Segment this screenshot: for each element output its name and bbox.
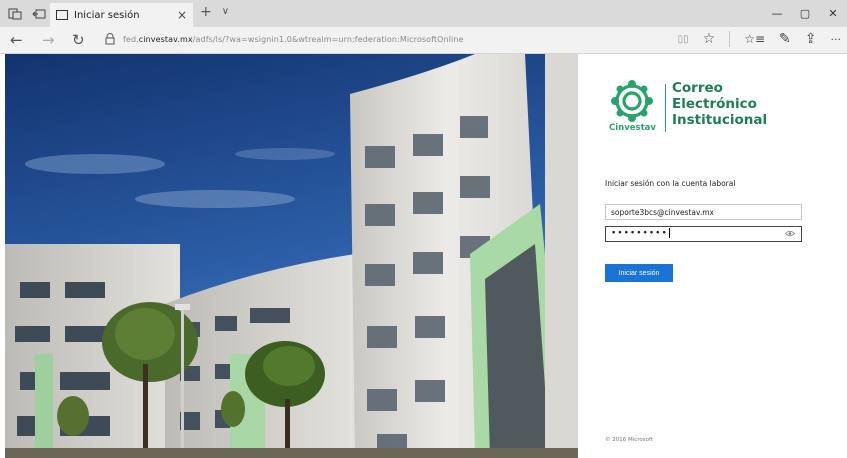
page-icon — [56, 10, 68, 20]
email-value: soporte3bcs@cinvestav.mx — [611, 208, 714, 217]
copyright-text: © 2016 Microsoft — [605, 437, 654, 443]
pen-icon[interactable]: ✎ — [779, 31, 791, 47]
reading-view-icon[interactable]: ▯▯ — [678, 34, 689, 45]
url-path: /adfs/ls/?wa=wsignin1.0&wtrealm=urn:fede… — [192, 34, 464, 44]
title-line: Electrónico — [672, 96, 757, 112]
toolbar-right: ▯▯ ☆ ☆≡ ✎ ⇪ ··· — [678, 31, 841, 47]
logo-wordmark: Cinvestav — [609, 123, 656, 133]
refresh-icon[interactable]: ↻ — [72, 31, 85, 49]
signin-prompt: Iniciar sesión con la cuenta laboral — [605, 179, 736, 188]
tab-active[interactable]: Iniciar sesión × — [50, 3, 193, 27]
url-prefix: fed. — [123, 34, 139, 44]
reveal-password-icon[interactable] — [785, 230, 795, 237]
title-line: Institucional — [672, 112, 768, 128]
url-field[interactable]: fed.cinvestav.mx/adfs/ls/?wa=wsignin1.0&… — [105, 33, 464, 45]
share-icon[interactable]: ⇪ — [805, 31, 817, 47]
tab-menu-icon[interactable]: ∨ — [222, 4, 229, 20]
minimize-icon[interactable]: — — [763, 0, 791, 27]
lock-icon — [105, 33, 115, 45]
login-panel: Cinvestav Correo Electrónico Institucion… — [578, 54, 847, 458]
title-line: Correo — [672, 80, 723, 96]
cinvestav-emblem-icon — [611, 80, 653, 122]
maximize-icon[interactable]: ▢ — [791, 0, 819, 27]
cinvestav-logo: Cinvestav Correo Electrónico Institucion… — [607, 80, 767, 134]
close-icon[interactable]: ✕ — [819, 0, 847, 27]
tab-preview-icon[interactable] — [8, 6, 22, 20]
forward-icon[interactable]: → — [42, 31, 55, 49]
new-tab-icon[interactable]: + — [200, 4, 212, 20]
window-controls: — ▢ ✕ — [763, 0, 847, 27]
back-icon[interactable]: ← — [10, 31, 23, 49]
tab-actions: + ∨ — [200, 4, 229, 20]
address-bar: ← → ↻ fed.cinvestav.mx/adfs/ls/?wa=wsign… — [0, 27, 847, 54]
tab-left-icons — [8, 6, 46, 20]
campus-illustration — [5, 54, 578, 458]
tabs-aside-icon[interactable] — [32, 6, 46, 20]
campus-photo — [5, 54, 578, 458]
password-field[interactable]: ••••••••• — [605, 226, 802, 242]
service-title: Correo Electrónico Institucional — [672, 80, 767, 128]
password-value: ••••••••• — [611, 228, 668, 239]
tab-bar: Iniciar sesión × + ∨ — ▢ ✕ — [0, 0, 847, 27]
toolbar-divider — [729, 31, 731, 47]
url-host: cinvestav.mx — [138, 34, 193, 44]
tab-title: Iniciar sesión — [74, 9, 140, 21]
email-field[interactable]: soporte3bcs@cinvestav.mx — [605, 204, 802, 220]
favorites-hub-icon[interactable]: ☆≡ — [744, 32, 765, 46]
favorite-icon[interactable]: ☆ — [703, 31, 716, 47]
logo-mark: Cinvestav — [607, 80, 657, 134]
more-icon[interactable]: ··· — [831, 33, 842, 46]
text-caret — [668, 228, 670, 238]
tab-close-icon[interactable]: × — [177, 8, 187, 22]
logo-divider — [665, 84, 666, 132]
signin-button[interactable]: Iniciar sesión — [605, 264, 673, 282]
